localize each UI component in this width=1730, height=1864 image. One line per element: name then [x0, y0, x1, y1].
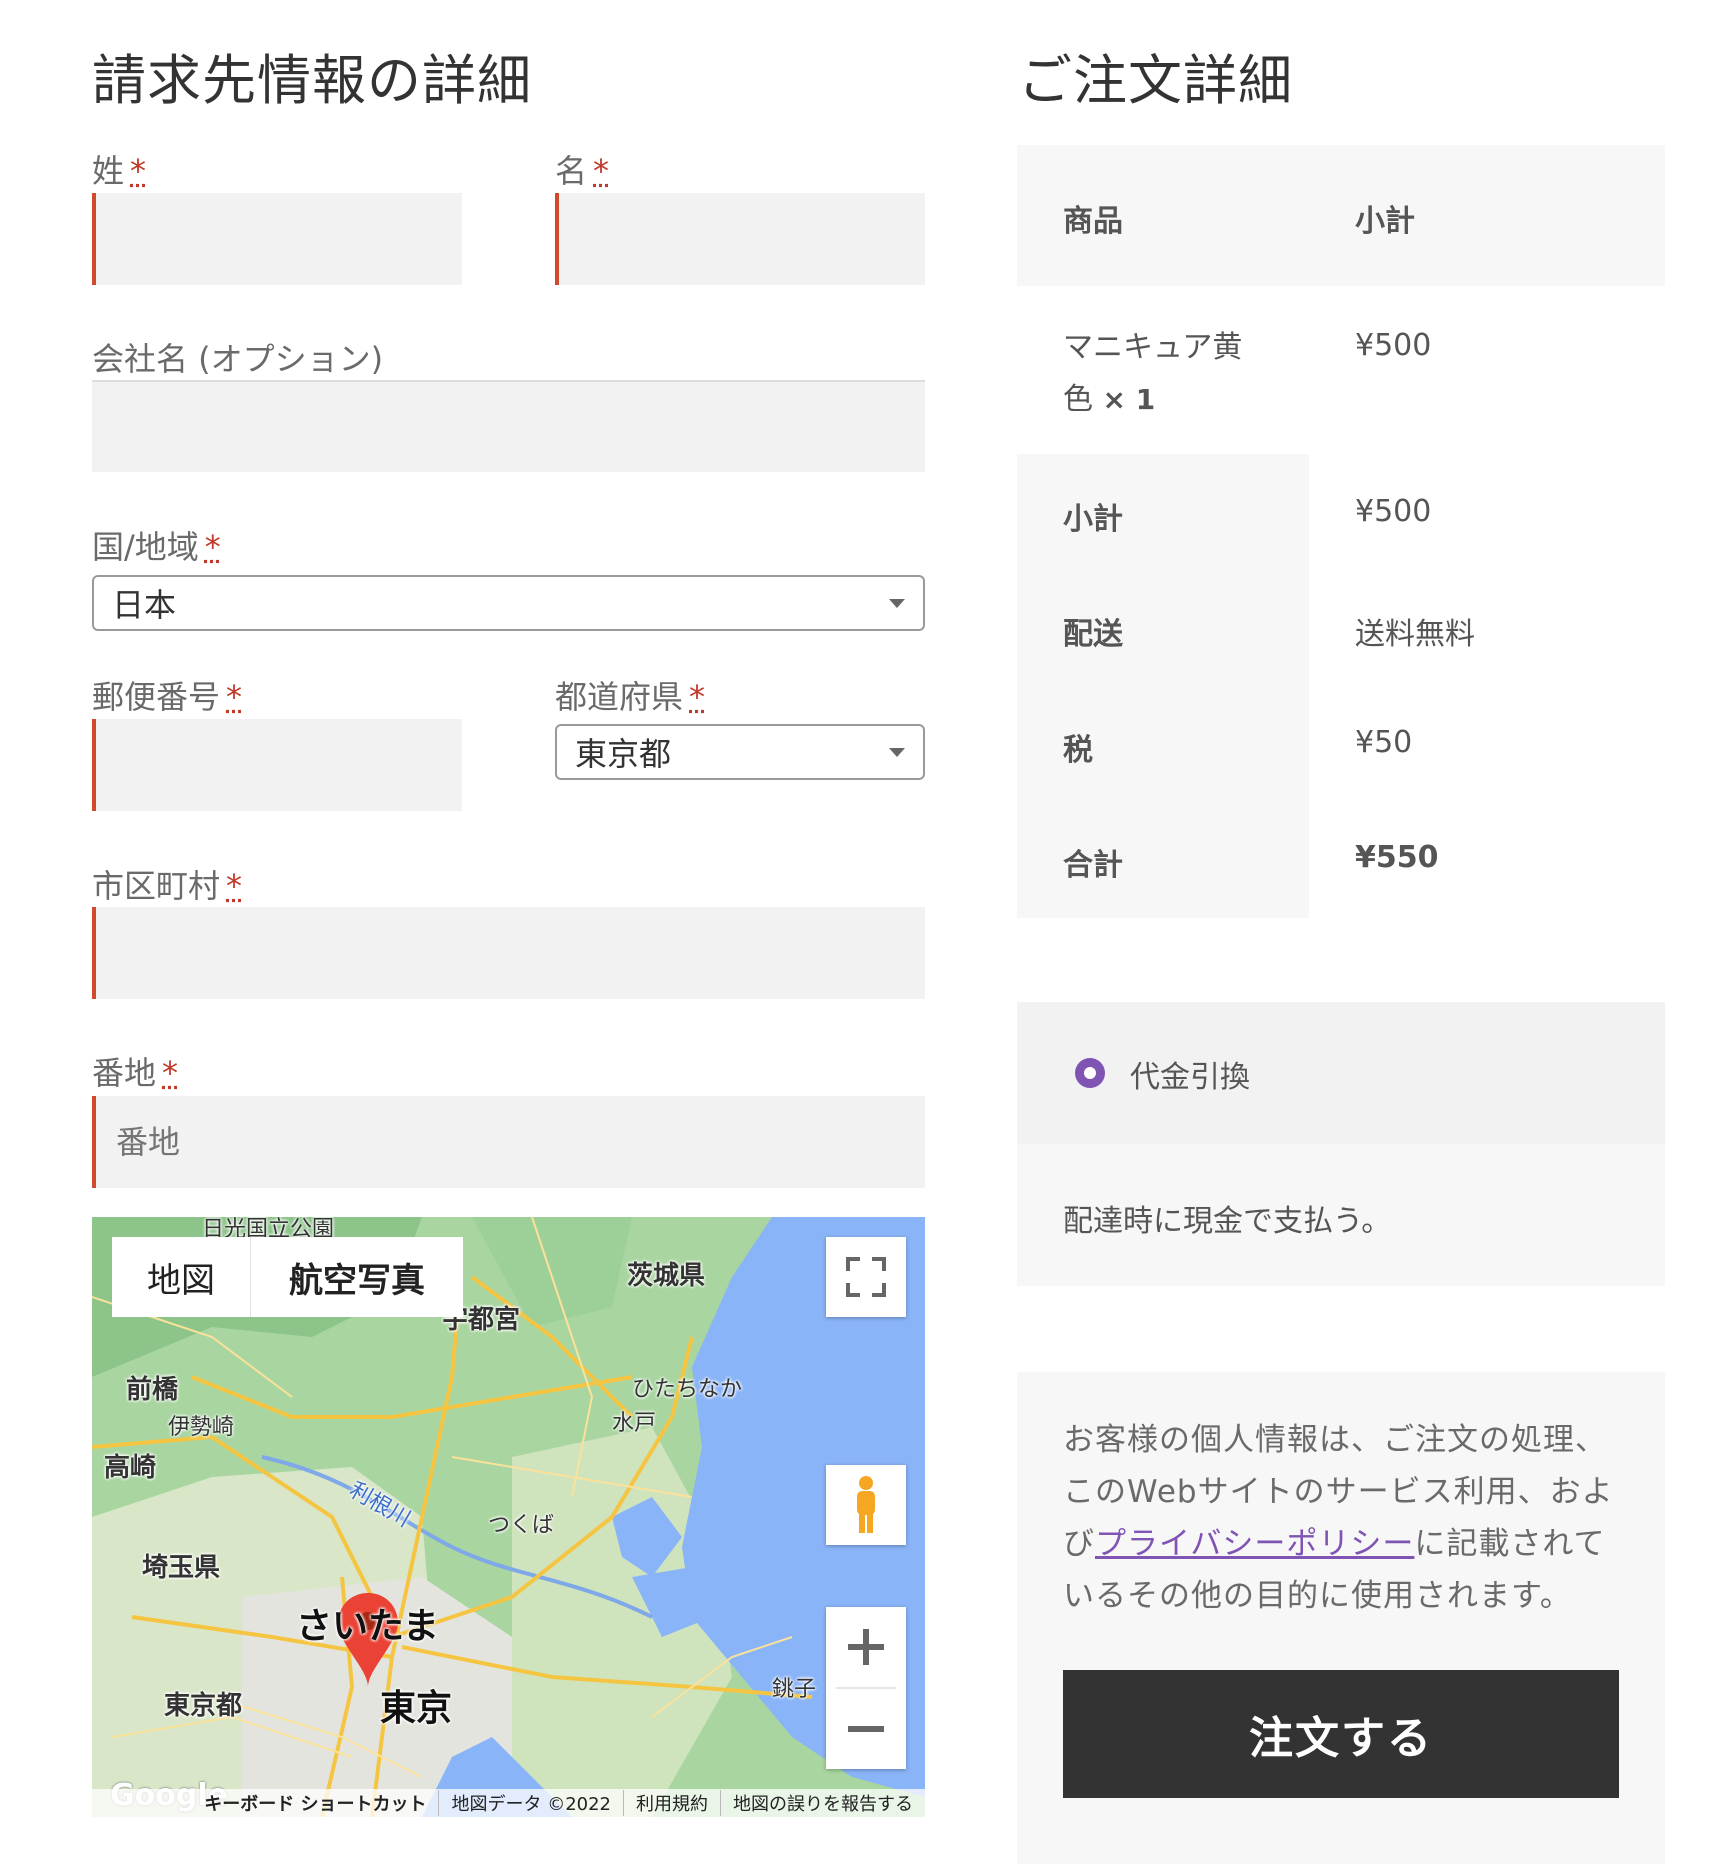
totals-label-column [1017, 454, 1309, 918]
map-type-satellite-tab[interactable]: 航空写真 [250, 1237, 463, 1317]
company-input[interactable] [92, 380, 925, 472]
map-label-saitama-pref: 埼玉県 [142, 1553, 221, 1583]
place-order-button[interactable]: 注文する [1063, 1670, 1619, 1798]
payment-description: 配達時に現金で支払う。 [1063, 1204, 1392, 1239]
terms-link[interactable]: 利用規約 [623, 1790, 720, 1816]
map-label-ibaraki: 茨城県 [627, 1261, 706, 1291]
minus-icon [848, 1726, 884, 1732]
fullscreen-icon [846, 1257, 886, 1297]
map[interactable]: 日光国立公園 茨城県 宇都宮 前橋 伊勢崎 高崎 ひたちなか 水戸 利根川 つく… [92, 1217, 925, 1817]
city-label: 市区町村 * [92, 867, 243, 905]
street-view-button[interactable] [826, 1465, 906, 1545]
country-label: 国/地域 * [92, 528, 221, 566]
keyboard-shortcuts-link[interactable]: キーボード ショートカット [192, 1790, 438, 1816]
country-select[interactable]: 日本 [92, 575, 925, 631]
col-subtotal-header: 小計 [1355, 204, 1415, 239]
shipping-value: 送料無料 [1355, 617, 1475, 652]
map-label-maebashi: 前橋 [126, 1375, 179, 1405]
tax-value: ¥50 [1355, 725, 1413, 760]
total-value: ¥550 [1355, 840, 1439, 875]
postcode-label: 郵便番号 * [92, 678, 243, 716]
zoom-in-button[interactable] [826, 1607, 906, 1687]
city-input[interactable] [92, 907, 925, 999]
item-name: マニキュア黄 色 × 1 [1063, 330, 1243, 417]
col-product-header: 商品 [1063, 204, 1123, 239]
total-label: 合計 [1063, 848, 1123, 883]
payment-method-option[interactable] [1017, 1002, 1665, 1144]
first-name-label: 名 * [555, 152, 610, 190]
prefecture-select-value: 東京都 [575, 735, 672, 773]
map-label-tokyo: 東京 [380, 1688, 453, 1729]
shipping-label: 配送 [1063, 617, 1123, 652]
payment-radio[interactable] [1075, 1058, 1105, 1088]
address-label: 番地 * [92, 1054, 179, 1092]
privacy-notice: お客様の個人情報は、ご注文の処理、このWebサイトのサービス利用、およびプライバ… [1063, 1422, 1614, 1614]
fullscreen-button[interactable] [826, 1237, 906, 1317]
zoom-control [826, 1607, 906, 1769]
report-error-link[interactable]: 地図の誤りを報告する [720, 1790, 925, 1816]
order-title: ご注文詳細 [1018, 49, 1293, 112]
address-input[interactable] [92, 1096, 925, 1188]
chevron-down-icon [889, 747, 905, 757]
plus-icon [848, 1629, 884, 1665]
map-label-isesaki: 伊勢崎 [168, 1415, 235, 1440]
tax-label: 税 [1063, 733, 1093, 768]
last-name-label: 姓 * [92, 152, 147, 190]
company-label: 会社名 (オプション) [92, 340, 384, 378]
map-label-hitachinaka: ひたちなか [632, 1377, 743, 1402]
map-footer: キーボード ショートカット 地図データ ©2022 利用規約 地図の誤りを報告す… [92, 1789, 925, 1817]
map-label-takasaki: 高崎 [104, 1453, 157, 1483]
postcode-input[interactable] [92, 719, 462, 811]
billing-title: 請求先情報の詳細 [92, 49, 532, 112]
zoom-out-button[interactable] [826, 1689, 906, 1769]
prefecture-select[interactable]: 東京都 [555, 724, 925, 780]
privacy-policy-link[interactable]: プライバシーポリシー [1095, 1526, 1414, 1562]
item-price: ¥500 [1355, 328, 1432, 363]
map-label-saitama: さいたま [296, 1606, 439, 1647]
payment-method-label[interactable]: 代金引換 [1130, 1052, 1250, 1096]
map-type-map-tab[interactable]: 地図 [112, 1237, 250, 1317]
chevron-down-icon [889, 598, 905, 608]
map-label-mito: 水戸 [612, 1411, 657, 1436]
first-name-input[interactable] [555, 193, 925, 285]
map-label-choshi: 銚子 [772, 1677, 817, 1702]
prefecture-label: 都道府県 * [555, 678, 706, 716]
map-data-attribution: 地図データ ©2022 [438, 1790, 623, 1816]
subtotal-label: 小計 [1063, 502, 1123, 537]
map-label-tsukuba: つくば [488, 1513, 555, 1538]
map-label-tokyo-pref: 東京都 [164, 1691, 243, 1721]
last-name-input[interactable] [92, 193, 462, 285]
pegman-icon [857, 1476, 875, 1533]
country-select-value: 日本 [112, 586, 177, 624]
subtotal-value: ¥500 [1355, 494, 1432, 529]
